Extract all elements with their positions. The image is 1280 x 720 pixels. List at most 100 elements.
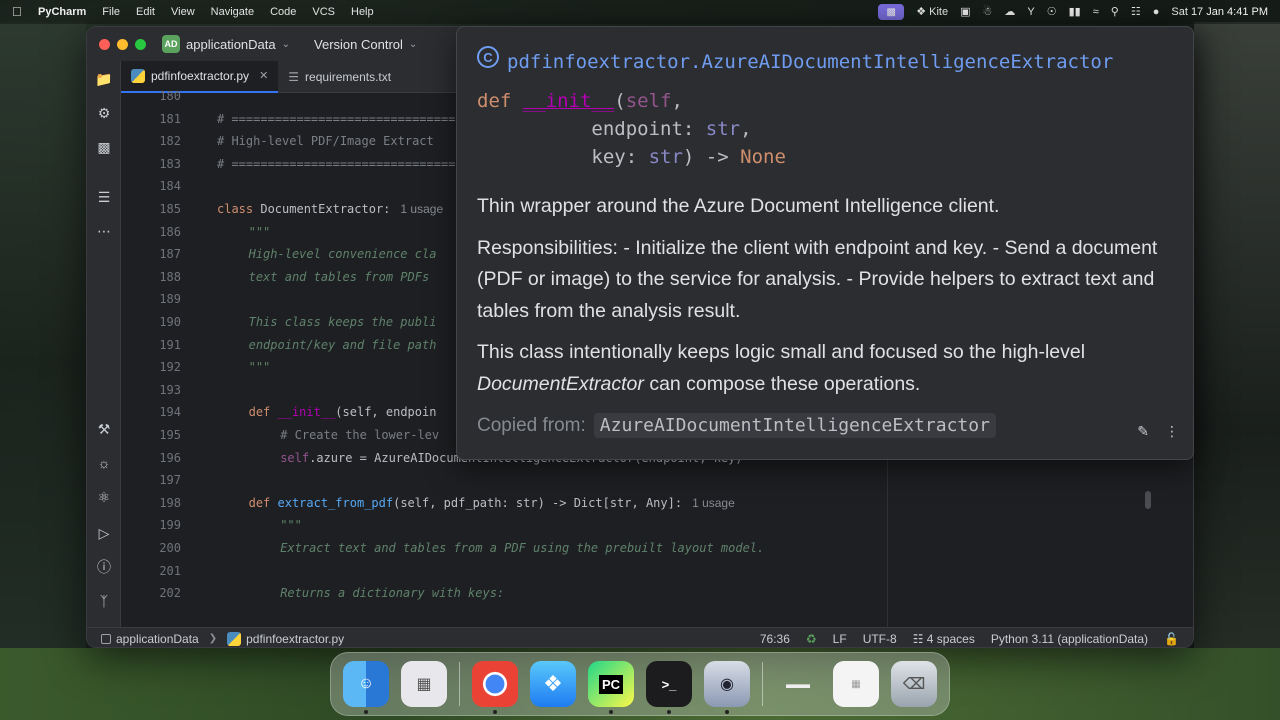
code-line[interactable]: High-level convenience cla bbox=[249, 243, 437, 266]
structure-icon[interactable]: ☰ bbox=[94, 187, 114, 207]
edit-pencil-icon[interactable]: ✎ bbox=[1137, 423, 1149, 440]
copied-from-link[interactable]: AzureAIDocumentIntelligenceExtractor bbox=[593, 413, 996, 438]
menu-code[interactable]: Code bbox=[270, 6, 296, 18]
close-window-button[interactable] bbox=[99, 38, 110, 50]
left-tool-strip: 📁 ⚙ ▩ ☰ ⋯ ⚒ ☼ ⚛ ▷ ⓘ ᛉ bbox=[87, 61, 121, 627]
control-center-icon[interactable]: ☷ bbox=[1131, 5, 1141, 19]
close-tab-icon[interactable]: ✕ bbox=[259, 69, 268, 82]
zoom-window-button[interactable] bbox=[135, 38, 146, 50]
lock-icon[interactable]: 🔓 bbox=[1164, 632, 1179, 646]
project-folder-icon[interactable]: 📁 bbox=[94, 69, 114, 89]
breadcrumb-project-label: applicationData bbox=[116, 631, 199, 646]
code-line[interactable]: def extract_from_pdf(self, pdf_path: str… bbox=[249, 492, 735, 515]
doc-paragraph: Responsibilities: - Initialize the clien… bbox=[477, 236, 1158, 322]
services-icon[interactable]: ⚛ bbox=[94, 487, 114, 507]
code-line[interactable]: endpoint/key and file path bbox=[249, 334, 437, 357]
more-tools-icon[interactable]: ⋯ bbox=[94, 221, 114, 241]
dock-disk-utility-icon[interactable]: ◉ bbox=[704, 661, 750, 714]
cursor-position[interactable]: 76:36 bbox=[760, 632, 790, 646]
spotlight-search-icon[interactable]: ⚲ bbox=[1111, 5, 1119, 19]
doc-header: C pdfinfoextractor.AzureAIDocumentIntell… bbox=[477, 41, 1113, 73]
vcs-status-icon[interactable]: ♻ bbox=[806, 632, 817, 646]
python-packages-icon[interactable]: ☼ bbox=[94, 453, 114, 473]
code-line[interactable]: class DocumentExtractor: 1 usage bbox=[217, 198, 443, 221]
line-number: 185 bbox=[159, 202, 181, 216]
menu-help[interactable]: Help bbox=[351, 6, 374, 18]
code-line[interactable]: text and tables from PDFs bbox=[249, 266, 430, 289]
code-line[interactable]: """ bbox=[280, 514, 302, 537]
problems-icon[interactable]: ⓘ bbox=[94, 557, 114, 577]
menu-view[interactable]: View bbox=[171, 6, 195, 18]
menu-app-name[interactable]: PyCharm bbox=[38, 6, 86, 18]
dock-pycharm-icon[interactable]: PC bbox=[588, 661, 634, 714]
dock-finder-icon[interactable]: ☺ bbox=[343, 661, 389, 714]
copied-from: Copied from: AzureAIDocumentIntelligence… bbox=[477, 413, 996, 438]
code-line[interactable]: # High-level PDF/Image Extract bbox=[217, 130, 434, 153]
doc-emphasis: DocumentExtractor bbox=[477, 372, 644, 395]
doc-text: This class intentionally keeps logic sma… bbox=[477, 341, 1086, 363]
minimize-window-button[interactable] bbox=[117, 38, 128, 50]
code-line[interactable]: """ bbox=[249, 356, 271, 379]
menu-edit[interactable]: Edit bbox=[136, 6, 155, 18]
indent-setting[interactable]: ☷ 4 spaces bbox=[913, 632, 975, 646]
code-line[interactable]: Returns a dictionary with keys: bbox=[280, 582, 504, 605]
dock-trash-icon[interactable]: ⌫ bbox=[891, 661, 937, 707]
code-line[interactable]: This class keeps the publi bbox=[249, 311, 437, 334]
terminal-icon[interactable]: ▩ bbox=[94, 137, 114, 157]
plugins-icon[interactable]: ⚙ bbox=[94, 103, 114, 123]
copied-from-label: Copied from: bbox=[477, 414, 586, 436]
chevron-down-icon[interactable]: ⌄ bbox=[282, 39, 290, 50]
menu-file[interactable]: File bbox=[102, 6, 120, 18]
line-number: 191 bbox=[159, 337, 181, 352]
cloud-icon[interactable]: ☁ bbox=[1004, 5, 1015, 19]
apple-icon[interactable]:  bbox=[12, 5, 24, 19]
desktop-wallpaper-left bbox=[0, 22, 86, 702]
breadcrumb-file[interactable]: pdfinfoextractor.py bbox=[227, 631, 344, 646]
b-icon[interactable]: ▣ bbox=[960, 5, 970, 19]
menu-vcs[interactable]: VCS bbox=[312, 6, 335, 18]
code-line[interactable]: # Create the lower-lev bbox=[280, 424, 439, 447]
code-line[interactable]: Extract text and tables from a PDF using… bbox=[280, 537, 764, 560]
more-options-icon[interactable]: ⋮ bbox=[1165, 423, 1179, 440]
code-line[interactable]: def __init__(self, endpoin bbox=[249, 401, 437, 424]
run-icon[interactable]: ▷ bbox=[94, 523, 114, 543]
doc-qualified-name[interactable]: pdfinfoextractor.AzureAIDocumentIntellig… bbox=[507, 51, 1113, 73]
git-icon[interactable]: ᛉ bbox=[94, 591, 114, 611]
kite-icon[interactable]: ❖ Kite bbox=[916, 5, 948, 19]
yi-icon[interactable]: Y bbox=[1027, 5, 1034, 19]
code-line[interactable]: # =============================== bbox=[217, 108, 455, 131]
traffic-lights bbox=[99, 38, 146, 50]
indent-icon: ☷ bbox=[912, 631, 924, 646]
line-number: 184 bbox=[159, 179, 181, 194]
battery-icon[interactable]: ▮▮ bbox=[1069, 5, 1081, 19]
code-line[interactable]: """ bbox=[249, 221, 271, 244]
project-selector[interactable]: applicationData bbox=[186, 37, 276, 52]
menu-navigate[interactable]: Navigate bbox=[211, 6, 254, 18]
dock-document-thumbnail[interactable]: ▦ bbox=[833, 661, 879, 707]
dock-launchpad-icon[interactable]: ▦ bbox=[401, 661, 447, 707]
siri-icon[interactable]: ● bbox=[1153, 5, 1160, 19]
file-encoding[interactable]: UTF-8 bbox=[863, 632, 897, 646]
doc-paragraph: Thin wrapper around the Azure Document I… bbox=[477, 195, 1000, 217]
editor-scrollbar[interactable] bbox=[1145, 491, 1151, 509]
build-tools-icon[interactable]: ⚒ bbox=[94, 419, 114, 439]
wifi-icon[interactable]: ≈ bbox=[1093, 5, 1099, 19]
line-number: 200 bbox=[159, 541, 181, 555]
line-separator[interactable]: LF bbox=[833, 632, 847, 646]
chevron-down-icon[interactable]: ⌄ bbox=[409, 39, 417, 50]
vpn-icon[interactable]: ☉ bbox=[1047, 5, 1057, 19]
doc-actions: ✎ ⋮ bbox=[1137, 423, 1179, 440]
vcs-selector[interactable]: Version Control bbox=[314, 37, 403, 52]
screen-share-icon[interactable]: ▩ bbox=[878, 4, 905, 20]
evernote-icon[interactable]: ☃ bbox=[983, 5, 993, 19]
dock-chrome-icon[interactable] bbox=[472, 661, 518, 714]
breadcrumb-project[interactable]: applicationData bbox=[101, 632, 199, 646]
code-line[interactable]: # =============================== bbox=[217, 153, 455, 176]
line-number: 181 bbox=[159, 111, 181, 126]
python-interpreter[interactable]: Python 3.11 (applicationData) bbox=[991, 632, 1148, 646]
clock-datetime[interactable]: Sat 17 Jan 4:41 PM bbox=[1171, 5, 1268, 19]
dock-screenshot-thumbnail[interactable]: ▬▬ bbox=[775, 661, 821, 707]
dock-terminal-icon[interactable]: >_ bbox=[646, 661, 692, 714]
tab-requirements[interactable]: ☰ requirements.txt bbox=[278, 61, 401, 93]
dock-safari-icon[interactable]: ❖ bbox=[530, 661, 576, 707]
